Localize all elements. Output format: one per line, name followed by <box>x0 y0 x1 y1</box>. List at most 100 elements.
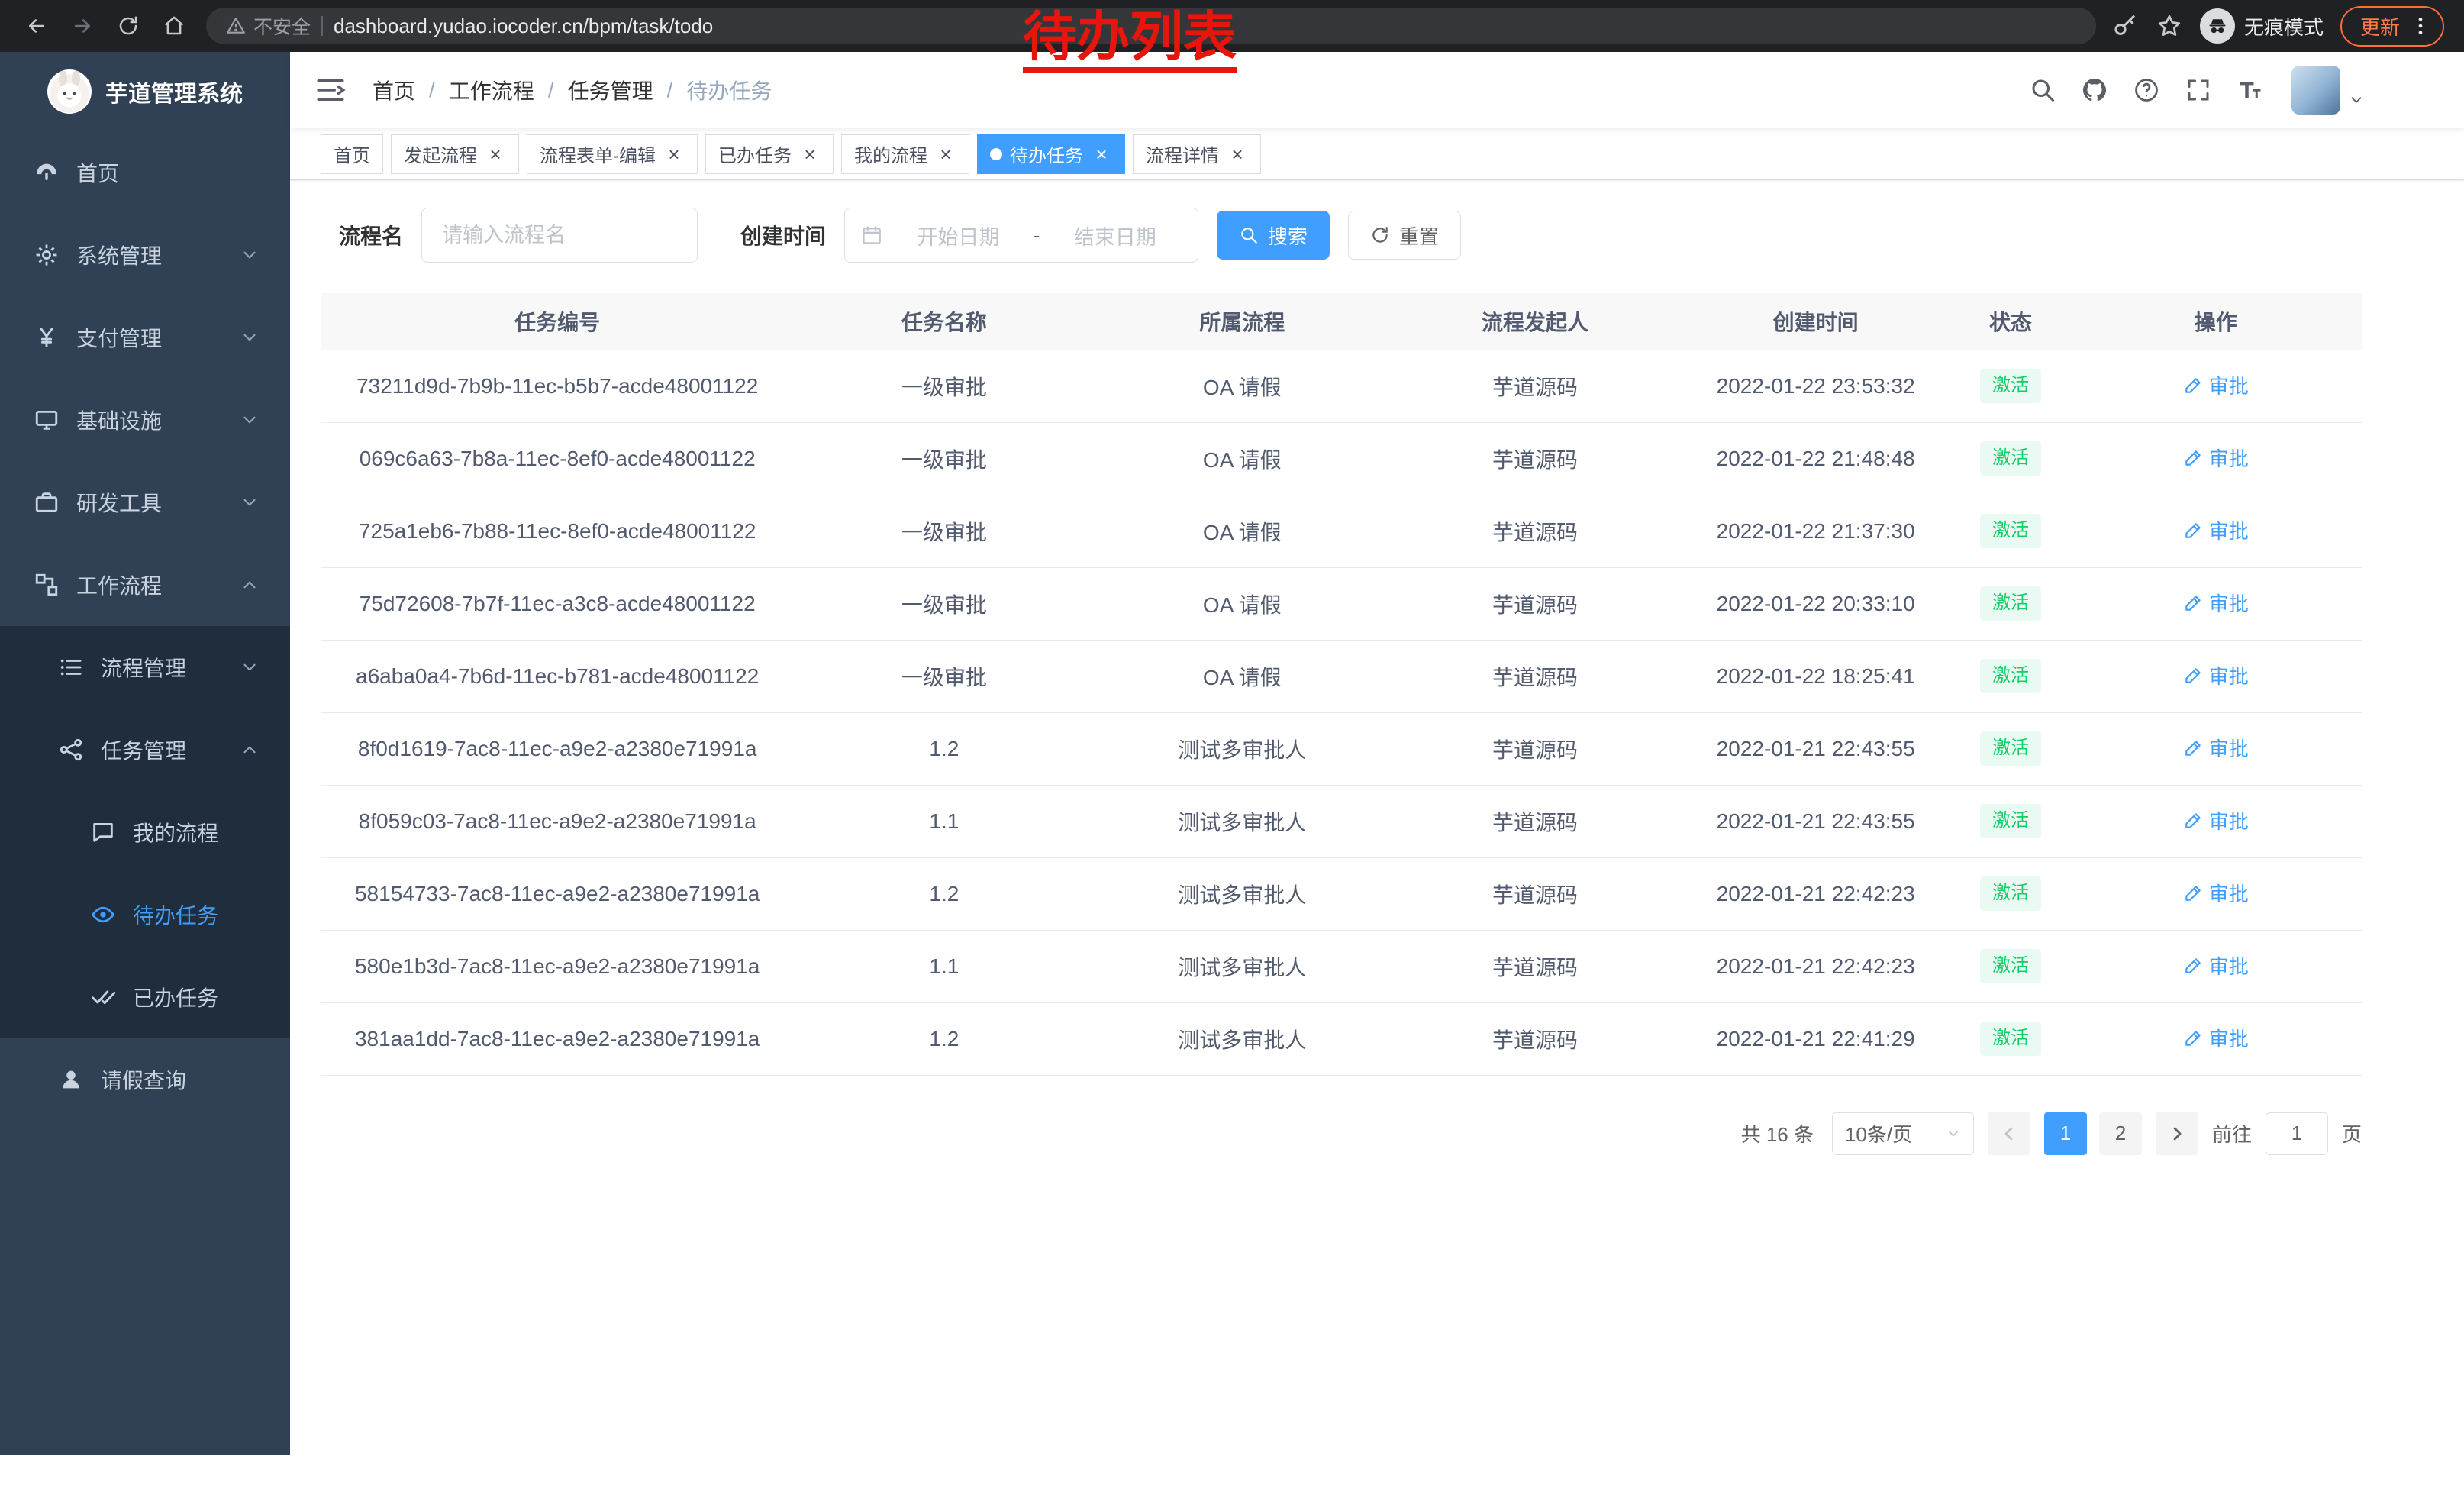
cell-task-id: 8f059c03-7ac8-11ec-a9e2-a2380e71991a <box>321 785 794 857</box>
close-icon[interactable]: × <box>1091 144 1112 165</box>
page-button-2[interactable]: 2 <box>2099 1112 2142 1155</box>
sidebar-item-my-process[interactable]: 我的流程 <box>0 791 290 873</box>
tab-form-edit[interactable]: 流程表单-编辑× <box>527 134 698 174</box>
cell-process: 测试多审批人 <box>1094 712 1390 785</box>
font-size-icon[interactable] <box>2235 75 2266 105</box>
back-icon[interactable] <box>15 5 58 47</box>
cell-created: 2022-01-21 22:41:29 <box>1680 1002 1952 1075</box>
column-process: 所属流程 <box>1094 293 1390 350</box>
prev-page-button[interactable] <box>1988 1112 2030 1155</box>
cell-initiator: 芋道源码 <box>1390 1002 1680 1075</box>
cell-process: 测试多审批人 <box>1094 1002 1390 1075</box>
chevron-down-icon <box>2348 92 2365 108</box>
forward-icon[interactable] <box>61 5 104 47</box>
approve-link[interactable]: 审批 <box>2183 661 2249 689</box>
sidebar-item-home[interactable]: 首页 <box>0 131 290 214</box>
cell-task-name: 一级审批 <box>794 422 1094 495</box>
sidebar-item-dev-tools[interactable]: 研发工具 <box>0 461 290 544</box>
breadcrumb-item[interactable]: 工作流程 <box>449 75 534 105</box>
date-range-picker[interactable]: 开始日期 - 结束日期 <box>844 208 1198 263</box>
page-button-1[interactable]: 1 <box>2044 1112 2087 1155</box>
cell-initiator: 芋道源码 <box>1390 785 1680 857</box>
cell-task-id: 73211d9d-7b9b-11ec-b5b7-acde48001122 <box>321 350 794 422</box>
close-icon[interactable]: × <box>799 144 821 165</box>
tab-my-process[interactable]: 我的流程× <box>841 134 969 174</box>
sidebar-item-workflow[interactable]: 工作流程 <box>0 544 290 626</box>
cell-task-name: 1.2 <box>794 857 1094 930</box>
breadcrumb-separator: / <box>429 78 435 102</box>
goto-page-input[interactable] <box>2266 1112 2328 1155</box>
tab-start-process[interactable]: 发起流程× <box>391 134 519 174</box>
share-icon <box>58 737 84 763</box>
cell-process: OA 请假 <box>1094 495 1390 567</box>
top-navbar: 首页/工作流程/任务管理/待办任务 <box>290 52 2464 128</box>
tab-done-tasks[interactable]: 已办任务× <box>705 134 834 174</box>
security-status[interactable]: 不安全 <box>226 12 311 40</box>
search-icon[interactable] <box>2027 75 2058 105</box>
approve-link[interactable]: 审批 <box>2183 951 2249 980</box>
password-key-icon[interactable] <box>2111 12 2139 40</box>
refresh-icon[interactable] <box>107 5 150 47</box>
approve-link[interactable]: 审批 <box>2183 589 2249 617</box>
cell-process: 测试多审批人 <box>1094 930 1390 1002</box>
bookmark-star-icon[interactable] <box>2156 12 2183 40</box>
sidebar-item-task-mgmt[interactable]: 任务管理 <box>0 709 290 791</box>
next-page-button[interactable] <box>2156 1112 2198 1155</box>
tab-home[interactable]: 首页 <box>321 134 383 174</box>
tab-todo-tasks[interactable]: 待办任务× <box>977 134 1125 174</box>
help-icon[interactable] <box>2131 75 2162 105</box>
sidebar-item-leave-query[interactable]: 请假查询 <box>0 1038 290 1121</box>
sidebar-item-system[interactable]: 系统管理 <box>0 214 290 296</box>
edit-icon <box>2183 376 2203 395</box>
sidebar-item-payment[interactable]: 支付管理 <box>0 296 290 379</box>
sidebar-item-infrastructure[interactable]: 基础设施 <box>0 379 290 461</box>
incognito-badge: 无痕模式 <box>2200 8 2324 44</box>
page-size-select[interactable]: 10条/页 <box>1832 1112 1974 1155</box>
sidebar-item-label: 首页 <box>76 157 119 188</box>
process-name-input[interactable] <box>421 208 698 263</box>
approve-link[interactable]: 审批 <box>2183 516 2249 544</box>
table-row: 75d72608-7b7f-11ec-a3c8-acde48001122一级审批… <box>321 567 2362 640</box>
sidebar-item-label: 我的流程 <box>133 817 218 847</box>
tab-process-detail[interactable]: 流程详情× <box>1133 134 1261 174</box>
list-icon <box>58 654 84 680</box>
cell-initiator: 芋道源码 <box>1390 712 1680 785</box>
cell-task-name: 1.2 <box>794 712 1094 785</box>
approve-link[interactable]: 审批 <box>2183 444 2249 472</box>
cell-task-id: 580e1b3d-7ac8-11ec-a9e2-a2380e71991a <box>321 930 794 1002</box>
update-button[interactable]: 更新 <box>2340 6 2444 47</box>
sidebar-item-done-tasks[interactable]: 已办任务 <box>0 956 290 1038</box>
search-button[interactable]: 搜索 <box>1217 211 1330 260</box>
chevron-down-icon <box>240 492 260 512</box>
reset-icon <box>1370 225 1390 245</box>
approve-link[interactable]: 审批 <box>2183 879 2249 907</box>
approve-link[interactable]: 审批 <box>2183 734 2249 762</box>
app-logo[interactable]: 芋道管理系统 <box>0 52 290 131</box>
sidebar-item-process-mgmt[interactable]: 流程管理 <box>0 626 290 709</box>
chevron-down-icon <box>1946 1126 1961 1141</box>
home-icon[interactable] <box>153 5 195 47</box>
approve-link[interactable]: 审批 <box>2183 1024 2249 1052</box>
browser-menu-icon[interactable] <box>2409 15 2432 37</box>
breadcrumb-item[interactable]: 首页 <box>373 75 415 105</box>
fullscreen-icon[interactable] <box>2183 75 2214 105</box>
dashboard-icon <box>34 160 60 186</box>
reset-button[interactable]: 重置 <box>1348 211 1461 260</box>
close-icon[interactable]: × <box>935 144 956 165</box>
approve-link[interactable]: 审批 <box>2183 806 2249 834</box>
status-badge: 激活 <box>1980 876 2041 911</box>
github-icon[interactable] <box>2079 75 2110 105</box>
sidebar-toggle-icon[interactable] <box>314 74 347 106</box>
user-menu[interactable] <box>2291 66 2365 115</box>
column-initiator: 流程发起人 <box>1390 293 1680 350</box>
sidebar-item-label: 待办任务 <box>133 899 218 930</box>
cell-process: 测试多审批人 <box>1094 857 1390 930</box>
breadcrumb-item[interactable]: 任务管理 <box>568 75 653 105</box>
cell-initiator: 芋道源码 <box>1390 857 1680 930</box>
sidebar-item-todo-tasks[interactable]: 待办任务 <box>0 873 290 956</box>
close-icon[interactable]: × <box>485 144 506 165</box>
approve-link[interactable]: 审批 <box>2183 371 2249 399</box>
cell-process: OA 请假 <box>1094 422 1390 495</box>
close-icon[interactable]: × <box>663 144 685 165</box>
close-icon[interactable]: × <box>1227 144 1248 165</box>
